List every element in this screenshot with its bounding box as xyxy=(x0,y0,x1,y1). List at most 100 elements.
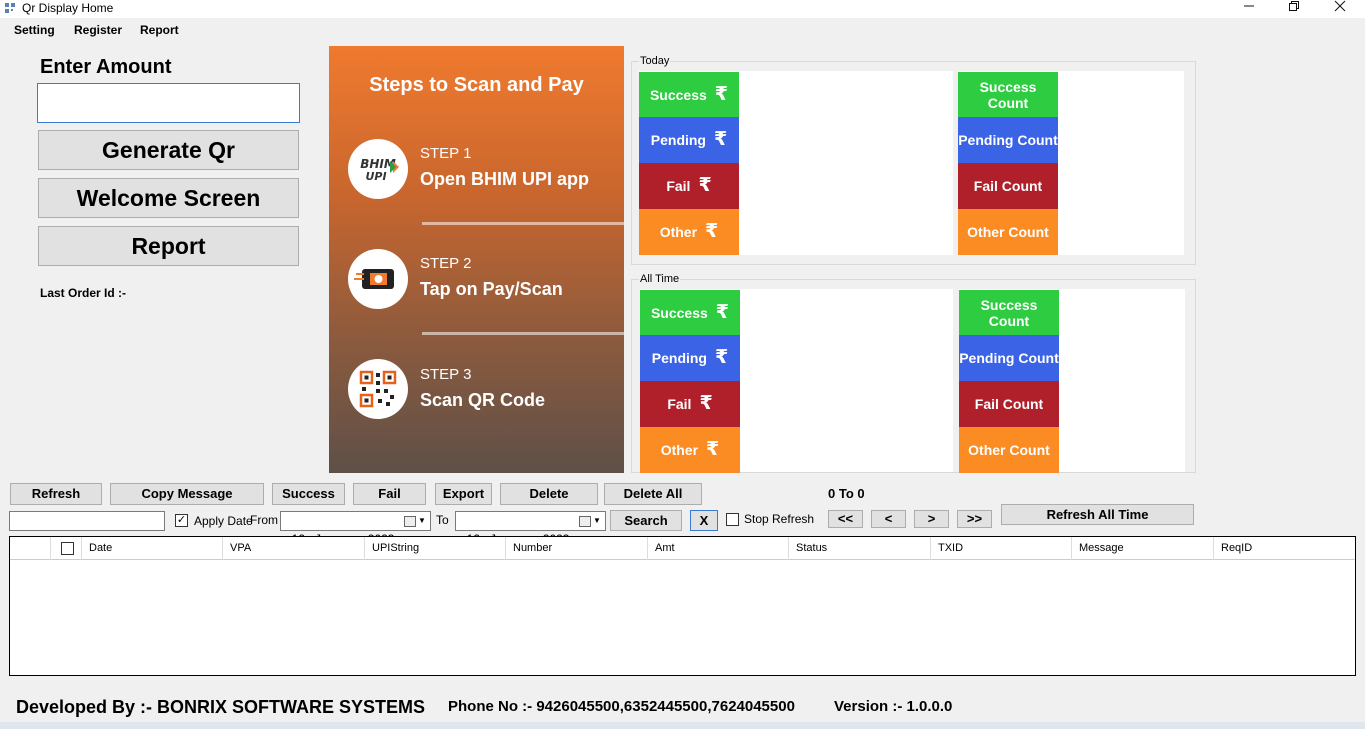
minimize-icon xyxy=(1244,5,1254,7)
step-2-text: Tap on Pay/Scan xyxy=(420,279,563,299)
alltime-other-count: Other Count xyxy=(959,427,1059,473)
last-order-label: Last Order Id :- xyxy=(40,286,127,300)
column-header-txid[interactable]: TXID xyxy=(930,537,1071,560)
rupee-icon: ₹ xyxy=(715,302,730,323)
rupee-icon: ₹ xyxy=(698,175,712,196)
today-success-amount: Success ₹ xyxy=(639,72,739,118)
column-header-date[interactable]: Date xyxy=(81,537,223,560)
step-1-text: Open BHIM UPI app xyxy=(420,169,590,189)
step-divider xyxy=(422,222,624,225)
today-pending-count: Pending Count xyxy=(958,117,1058,163)
step-2-number: STEP 2 xyxy=(420,255,472,272)
today-pending-amount: Pending ₹ xyxy=(639,117,739,163)
search-input[interactable] xyxy=(9,511,165,531)
restore-icon xyxy=(1289,1,1299,11)
alltime-fail-count: Fail Count xyxy=(959,381,1059,427)
today-other-amount: Other ₹ xyxy=(639,209,739,255)
dropdown-arrow-icon: ▼ xyxy=(418,516,426,525)
range-text: 0 To 0 xyxy=(828,486,865,501)
alltime-success-count: Success Count xyxy=(959,290,1059,336)
developer-credit: Developed By :- BONRIX SOFTWARE SYSTEMS xyxy=(16,697,426,717)
rupee-icon: ₹ xyxy=(714,84,729,105)
delete-button[interactable]: Delete xyxy=(500,483,598,505)
close-icon xyxy=(1334,0,1346,12)
rupee-icon: ₹ xyxy=(699,393,713,414)
generate-qr-button[interactable]: Generate Qr xyxy=(38,130,299,170)
delete-all-button[interactable]: Delete All xyxy=(604,483,702,505)
report-button[interactable]: Report xyxy=(38,226,299,266)
to-date-picker[interactable]: 12 January 2023 ▼ xyxy=(455,511,606,546)
qr-code-icon xyxy=(348,359,408,419)
fail-filter-button[interactable]: Fail xyxy=(353,483,426,505)
alltime-label: All Time xyxy=(639,273,681,285)
app-icon xyxy=(5,3,15,13)
prev-page-button[interactable]: < xyxy=(871,510,906,528)
column-header-amt[interactable]: Amt xyxy=(647,537,788,560)
column-header-message[interactable]: Message xyxy=(1071,537,1213,560)
stop-refresh-label: Stop Refresh xyxy=(744,512,815,526)
step-1-number: STEP 1 xyxy=(420,145,472,162)
last-page-button[interactable]: >> xyxy=(957,510,992,528)
bhim-upi-icon: BHIM UPI xyxy=(348,139,408,199)
stop-refresh-checkbox[interactable] xyxy=(726,513,739,526)
transactions-grid[interactable]: Date VPA UPIString Number Amt Status TXI… xyxy=(9,536,1356,676)
rupee-icon: ₹ xyxy=(714,129,728,150)
amount-input[interactable] xyxy=(37,83,300,123)
export-button[interactable]: Export xyxy=(435,483,492,505)
clear-filter-button[interactable]: X xyxy=(690,510,718,531)
close-button[interactable] xyxy=(1317,0,1363,16)
menu-setting[interactable]: Setting xyxy=(14,22,55,38)
calendar-icon xyxy=(404,516,416,527)
apply-date-label: Apply Date xyxy=(194,514,253,528)
minimize-button[interactable] xyxy=(1226,0,1272,16)
phone-numbers: Phone No :- 9426045500,6352445500,762404… xyxy=(448,698,795,715)
today-other-count: Other Count xyxy=(958,209,1058,255)
first-page-button[interactable]: << xyxy=(828,510,863,528)
step-3-text: Scan QR Code xyxy=(420,390,546,410)
welcome-screen-button[interactable]: Welcome Screen xyxy=(38,178,299,218)
menu-register[interactable]: Register xyxy=(74,22,122,38)
menu-report[interactable]: Report xyxy=(140,22,179,38)
taskbar-strip xyxy=(0,722,1365,729)
alltime-other-amount: Other ₹ xyxy=(640,427,740,473)
rupee-icon: ₹ xyxy=(706,439,720,460)
window-title: Qr Display Home xyxy=(22,1,114,15)
from-label: From xyxy=(250,513,278,527)
today-fail-count: Fail Count xyxy=(958,163,1058,209)
column-header-status[interactable]: Status xyxy=(788,537,930,560)
dropdown-arrow-icon: ▼ xyxy=(593,516,601,525)
success-filter-button[interactable]: Success xyxy=(272,483,345,505)
step-divider xyxy=(422,332,624,335)
today-label: Today xyxy=(639,55,671,67)
next-page-button[interactable]: > xyxy=(914,510,949,528)
step-3-number: STEP 3 xyxy=(420,366,472,383)
today-fail-amount: Fail ₹ xyxy=(639,163,739,209)
rupee-icon: ₹ xyxy=(705,221,719,242)
pay-scan-icon xyxy=(348,249,408,309)
enter-amount-label: Enter Amount xyxy=(40,56,172,78)
version-label: Version :- 1.0.0.0 xyxy=(834,698,953,715)
column-header-vpa[interactable]: VPA xyxy=(222,537,364,560)
svg-text:UPI: UPI xyxy=(365,170,386,183)
steps-banner: Steps to Scan and Pay BHIM UPI STEP 1 Op… xyxy=(329,46,624,473)
alltime-pending-count: Pending Count xyxy=(959,335,1059,381)
to-label: To xyxy=(436,513,449,527)
refresh-all-time-button[interactable]: Refresh All Time xyxy=(1001,504,1194,525)
select-all-checkbox[interactable] xyxy=(61,542,74,555)
search-button[interactable]: Search xyxy=(610,510,682,531)
banner-title: Steps to Scan and Pay xyxy=(369,74,584,96)
grid-header: Date VPA UPIString Number Amt Status TXI… xyxy=(10,537,1355,560)
from-date-picker[interactable]: 12 January 2023 ▼ xyxy=(280,511,431,546)
column-header-number[interactable]: Number xyxy=(505,537,647,560)
alltime-pending-amount: Pending ₹ xyxy=(640,335,740,381)
copy-message-button[interactable]: Copy Message xyxy=(110,483,264,505)
apply-date-checkbox[interactable]: ✓ xyxy=(175,514,188,527)
column-header-upistring[interactable]: UPIString xyxy=(364,537,505,560)
today-success-count: Success Count xyxy=(958,72,1058,118)
alltime-success-amount: Success ₹ xyxy=(640,290,740,336)
refresh-button[interactable]: Refresh xyxy=(10,483,102,505)
column-header-reqid[interactable]: ReqID xyxy=(1213,537,1355,560)
alltime-fail-amount: Fail ₹ xyxy=(640,381,740,427)
title-bar: Qr Display Home xyxy=(0,0,1365,18)
maximize-button[interactable] xyxy=(1271,0,1317,16)
